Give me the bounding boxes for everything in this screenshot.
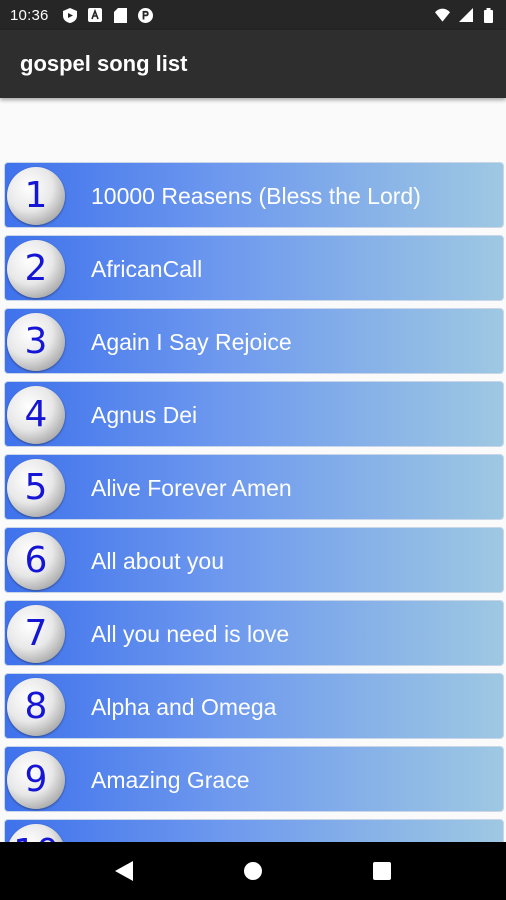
notification-icons [63, 7, 153, 23]
disc-number-icon: 9 [7, 751, 65, 809]
disc-number-icon: 4 [7, 386, 65, 444]
font-a-icon [88, 8, 103, 23]
disc-number-icon: 6 [7, 532, 65, 590]
song-list-item[interactable]: 4 Agnus Dei [4, 381, 504, 447]
song-number: 7 [24, 613, 48, 654]
wifi-icon [435, 8, 450, 23]
disc-number-icon: 1 [7, 167, 65, 225]
status-time: 10:36 [10, 6, 49, 24]
back-icon[interactable] [104, 851, 144, 891]
song-title: All you need is love [91, 620, 290, 647]
disc-number-icon: 3 [7, 313, 65, 371]
disc-number-icon: 5 [7, 459, 65, 517]
song-list-item[interactable]: 7 All you need is love [4, 600, 504, 666]
parking-icon [137, 7, 153, 23]
status-bar: 10:36 [0, 0, 506, 30]
system-nav-bar [0, 842, 506, 900]
battery-icon [481, 7, 496, 23]
home-icon[interactable] [233, 851, 273, 891]
song-list-item[interactable]: 6 All about you [4, 527, 504, 593]
song-list-item[interactable]: 8 Alpha and Omega [4, 673, 504, 739]
song-number: 10 [13, 835, 59, 843]
song-number: 4 [24, 394, 48, 435]
song-number: 3 [24, 321, 48, 362]
disc-number-icon: 8 [7, 678, 65, 736]
song-title: Alive Forever Amen [91, 474, 292, 501]
song-title: 10000 Reasens (Bless the Lord) [91, 182, 421, 209]
app-bar: gospel song list [0, 30, 506, 98]
signal-icon [458, 8, 473, 23]
song-list-item[interactable]: 3 Again I Say Rejoice [4, 308, 504, 374]
song-number: 5 [24, 467, 48, 508]
song-number: 8 [24, 686, 48, 727]
song-number: 9 [24, 759, 48, 800]
song-list-item[interactable]: 9 Amazing Grace [4, 746, 504, 812]
song-list-item[interactable]: 5 Alive Forever Amen [4, 454, 504, 520]
song-number: 2 [24, 248, 48, 289]
sd-card-icon [113, 7, 128, 23]
song-list-item[interactable]: 2 AfricanCall [4, 235, 504, 301]
song-title: Agnus Dei [91, 401, 198, 428]
song-title: All about you [91, 547, 224, 574]
disc-number-icon: 10 [7, 824, 65, 842]
song-number: 1 [24, 175, 48, 216]
disc-number-icon: 7 [7, 605, 65, 663]
app-title: gospel song list [20, 51, 188, 76]
song-list[interactable]: 1 10000 Reasens (Bless the Lord) 2 Afric… [4, 162, 504, 842]
system-icons [435, 7, 496, 23]
song-list-item[interactable]: 1 10000 Reasens (Bless the Lord) [4, 162, 504, 228]
disc-number-icon: 2 [7, 240, 65, 298]
recents-icon[interactable] [362, 851, 402, 891]
shield-icon [63, 7, 78, 23]
song-title: Alpha and Omega [91, 693, 277, 720]
song-title: AfricanCall [91, 255, 203, 282]
song-title: Again I Say Rejoice [91, 328, 292, 355]
song-number: 6 [24, 540, 48, 581]
song-title: Amazing Grace [91, 766, 250, 793]
song-list-item[interactable]: 10 [4, 819, 504, 842]
